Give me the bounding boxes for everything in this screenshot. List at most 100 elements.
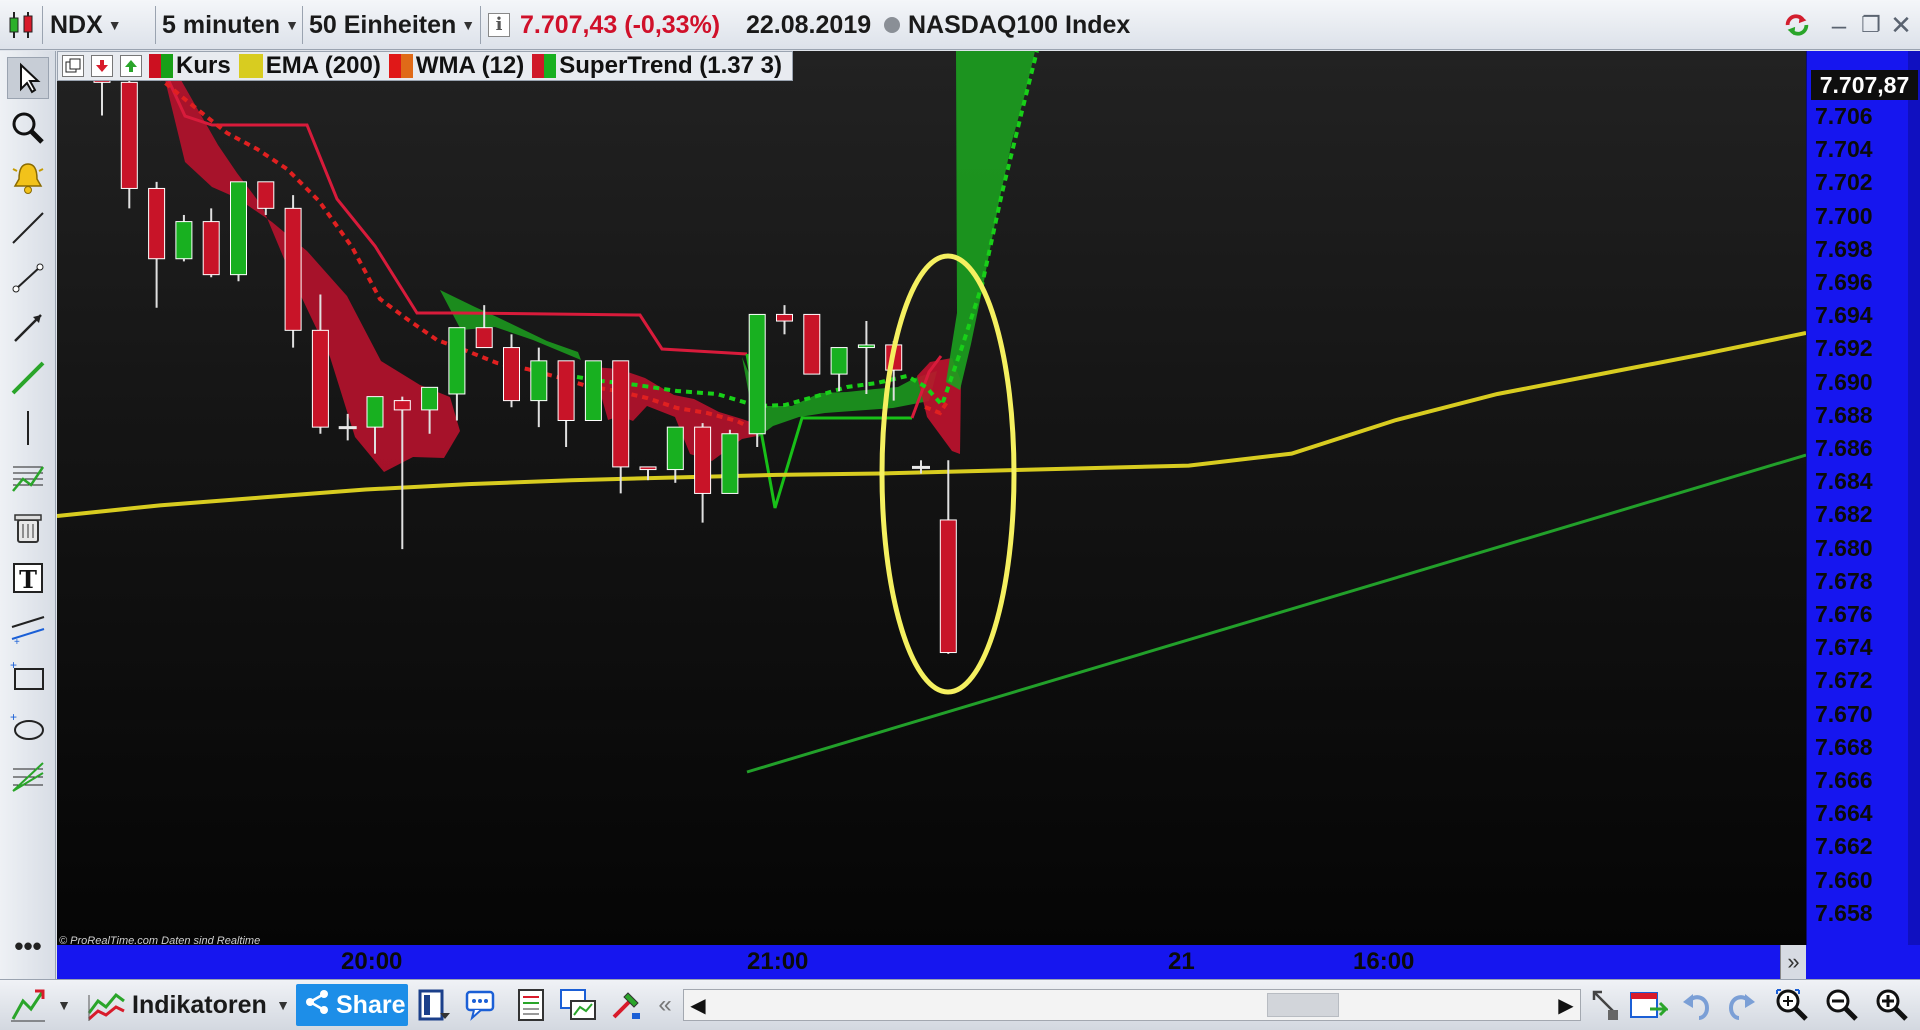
crosshair-tool-icon[interactable] [1585,984,1625,1026]
candle[interactable] [803,313,821,375]
scroll-left-arrow-icon[interactable]: ◀ [684,990,712,1020]
chevron-down-icon: ▼ [461,17,476,33]
legend-wma[interactable]: WMA (12) [416,52,524,80]
line-tool-icon[interactable] [7,207,49,249]
vertical-line-icon[interactable] [7,407,49,449]
zoom-out-icon[interactable] [1822,984,1862,1026]
time-axis[interactable]: 20:00 21:00 21 16:00 [57,945,1806,979]
undo-icon[interactable] [1676,984,1716,1026]
candle[interactable] [421,386,439,411]
scrollbar-thumb[interactable] [1267,993,1339,1017]
restore-icon[interactable]: ❐ [1856,8,1886,42]
multi-chart-icon[interactable] [558,984,598,1026]
zoom-in-icon[interactable] [1872,984,1912,1026]
candle[interactable] [530,360,548,402]
gann-fan-icon[interactable] [7,757,49,799]
quote-date: 22.08.2019 [746,10,872,39]
units-label: 50 Einheiten [309,10,457,39]
price-tick: 7.680 [1815,534,1873,561]
candle[interactable] [748,313,766,435]
redo-icon[interactable] [1722,984,1762,1026]
scroll-right-icon[interactable]: » [1780,945,1806,979]
chevron-down-icon[interactable]: ▼ [274,984,292,1026]
candle[interactable] [721,433,739,494]
candle[interactable] [311,329,329,428]
indicator-legend: Kurs EMA (200) WMA (12) SuperTrend (1.37… [57,51,794,81]
candle[interactable] [148,187,166,260]
copy-icon[interactable] [62,55,84,77]
candle[interactable] [475,327,493,349]
ray-tool-icon[interactable] [7,307,49,349]
tools-icon[interactable] [606,984,646,1026]
indicators-icon[interactable] [84,984,128,1026]
info-icon[interactable]: i [488,6,510,44]
candle[interactable] [120,81,138,189]
ellipse-tool-icon[interactable]: + [7,707,49,749]
candle[interactable] [448,327,466,395]
text-tool-icon[interactable]: T [7,557,49,599]
chevron-down-icon[interactable]: ▼ [56,984,72,1026]
legend-kurs[interactable]: Kurs [176,52,231,80]
candle[interactable] [284,207,302,331]
more-tools-icon[interactable]: ••• [7,929,49,963]
candle[interactable] [694,426,712,494]
supertrend-fill [118,51,1035,472]
horizontal-scrollbar[interactable]: ◀ ▶ [683,989,1581,1021]
candle[interactable] [666,426,684,471]
indicators-button[interactable]: Indikatoren [132,984,267,1026]
price-axis-scrollbar[interactable] [1908,51,1920,945]
candle[interactable] [939,519,957,654]
layout-icon[interactable] [414,984,454,1026]
candle[interactable] [557,360,575,421]
zoom-icon[interactable] [7,107,49,149]
candle[interactable] [639,466,657,471]
channel-tool-icon[interactable]: + [7,607,49,649]
legend-ema[interactable]: EMA (200) [266,52,381,80]
arrow-up-icon[interactable] [120,55,142,77]
candle[interactable] [175,221,193,260]
pointer-icon[interactable] [7,57,49,99]
units-selector[interactable]: 50 Einheiten ▼ [309,6,475,44]
report-icon[interactable] [512,984,552,1026]
candle[interactable] [612,360,630,468]
price-tick: 7.688 [1815,401,1873,428]
trendline-tool-icon[interactable] [7,357,49,399]
collapse-left-icon[interactable]: « [652,984,678,1026]
svg-text:+: + [10,659,17,672]
price-axis[interactable]: 7.706 7.704 7.702 7.700 7.698 7.696 7.694 7.692… [1806,51,1920,945]
candlestick-icon[interactable] [6,6,38,44]
candle[interactable] [338,426,357,430]
candle[interactable] [202,221,220,276]
symbol-selector[interactable]: NDX ▼ [50,6,122,44]
legend-supertrend[interactable]: SuperTrend (1.37 3) [559,52,782,80]
candle[interactable] [857,344,875,349]
candle[interactable] [257,181,275,209]
candle[interactable] [776,313,793,322]
scroll-right-arrow-icon[interactable]: ▶ [1552,990,1580,1020]
bell-icon[interactable] [7,157,49,199]
calendar-forward-icon[interactable] [1626,984,1670,1026]
candle[interactable] [230,181,247,276]
chat-icon[interactable] [462,984,502,1026]
arrow-down-icon[interactable] [91,55,113,77]
rectangle-tool-icon[interactable]: + [7,657,49,699]
axis-corner [1806,945,1920,979]
candle[interactable] [393,400,411,411]
price-chart[interactable] [57,51,1806,945]
price-tick: 7.666 [1815,767,1873,793]
fibonacci-icon[interactable] [7,457,49,499]
share-button[interactable]: Share [296,984,408,1026]
segment-tool-icon[interactable] [7,257,49,299]
chart-style-icon[interactable] [6,984,50,1026]
refresh-icon[interactable] [1782,8,1812,42]
zoom-fit-icon[interactable] [1772,984,1812,1026]
minimize-icon[interactable]: – [1824,8,1854,42]
candle[interactable] [584,360,602,421]
timeframe-selector[interactable]: 5 minuten ▼ [162,6,299,44]
candle[interactable] [912,465,930,469]
candle[interactable] [503,347,520,402]
close-icon[interactable]: ✕ [1886,8,1916,42]
trash-icon[interactable] [7,507,49,549]
candle[interactable] [830,347,848,375]
candle[interactable] [366,396,384,428]
